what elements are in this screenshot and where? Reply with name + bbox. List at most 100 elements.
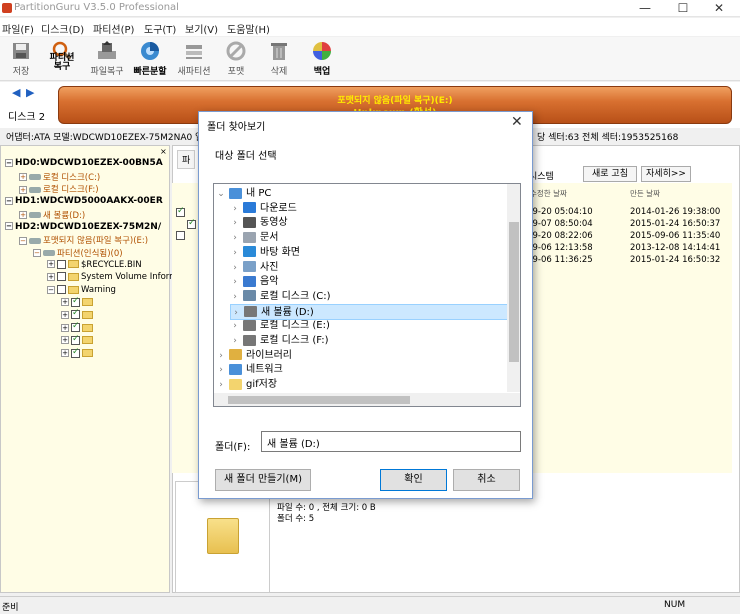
close-button[interactable]: ✕ xyxy=(702,0,736,17)
folder-tree-item[interactable]: › 새 볼륨 (D:) xyxy=(230,303,520,321)
file-row-checkbox[interactable] xyxy=(176,206,185,217)
expand-icon[interactable]: + xyxy=(61,310,69,319)
dialog-close-icon[interactable]: ✕ xyxy=(511,114,523,130)
checkbox[interactable] xyxy=(71,296,80,307)
backup-button[interactable]: 백업 xyxy=(302,39,342,79)
collapse-icon[interactable]: − xyxy=(5,222,13,230)
tree-folder-item[interactable]: + xyxy=(61,347,95,361)
chevron-right-icon[interactable]: › xyxy=(230,333,240,349)
folder-tree-item[interactable]: › 사진 xyxy=(230,260,520,276)
menu-help[interactable]: 도움말(H) xyxy=(227,21,270,36)
chevron-right-icon[interactable]: › xyxy=(230,274,240,290)
checkbox[interactable] xyxy=(57,285,66,294)
collapse-icon[interactable]: − xyxy=(33,249,41,258)
chevron-right-icon[interactable]: › xyxy=(230,201,240,217)
chevron-right-icon[interactable]: › xyxy=(231,305,241,321)
tree-partition-item[interactable]: + 로컬 디스크(C:) xyxy=(19,171,100,183)
folder-tree-item[interactable]: › 네트워크 xyxy=(216,362,506,378)
checkbox[interactable] xyxy=(57,272,66,282)
maximize-button[interactable]: ☐ xyxy=(666,0,700,17)
menu-disk[interactable]: 디스크(D) xyxy=(41,21,84,36)
chevron-down-icon[interactable]: ⌄ xyxy=(216,186,226,202)
collapse-icon[interactable]: − xyxy=(5,196,13,205)
file-row-checkbox[interactable] xyxy=(176,231,185,240)
folder-tree-item[interactable]: › 문서 xyxy=(230,230,520,246)
ok-button[interactable]: 확인 xyxy=(380,469,447,491)
backup-icon xyxy=(313,42,331,60)
delete-button[interactable]: 삭제 xyxy=(259,39,299,79)
folder-tree-item[interactable]: › 로컬 디스크 (E:) xyxy=(230,318,520,334)
folder-tree-item[interactable]: ⌄ 내 PC xyxy=(216,186,506,202)
expand-icon[interactable]: + xyxy=(61,336,69,345)
next-disk-icon[interactable]: ▶ xyxy=(26,86,34,99)
tree-partition-item[interactable]: + 새 볼륨(D:) xyxy=(19,209,85,221)
checkbox[interactable] xyxy=(71,321,80,333)
expand-icon[interactable]: + xyxy=(47,272,55,281)
folder-tree-item[interactable]: › gif저장 xyxy=(216,377,506,393)
prev-disk-icon[interactable]: ◀ xyxy=(12,86,20,99)
chevron-right-icon[interactable]: › xyxy=(216,377,226,393)
chevron-right-icon[interactable]: › xyxy=(230,260,240,276)
menu-tools[interactable]: 도구(T) xyxy=(144,21,176,36)
menu-view[interactable]: 보기(V) xyxy=(185,21,218,36)
folder-tree-item[interactable]: › 로컬 디스크 (F:) xyxy=(230,333,520,349)
trash-icon xyxy=(271,43,287,60)
folder-tree-item[interactable]: › 로컬 디스크 (C:) xyxy=(230,289,520,305)
cancel-button[interactable]: 취소 xyxy=(453,469,520,491)
new-folder-button[interactable]: 새 폴더 만들기(M) xyxy=(215,469,311,491)
detail-button[interactable]: 자세히>> xyxy=(641,166,691,182)
vertical-scroll-thumb[interactable] xyxy=(509,222,519,362)
status-bar: 준비 NUM xyxy=(0,596,740,614)
chevron-right-icon[interactable]: › xyxy=(230,215,240,231)
checkbox[interactable] xyxy=(71,308,80,320)
chevron-right-icon[interactable]: › xyxy=(230,230,240,246)
collapse-icon[interactable]: − xyxy=(47,285,55,294)
refresh-button[interactable]: 새로 고침 xyxy=(583,166,637,182)
tree-disk-item[interactable]: − HD0:WDCWD10EZEX-00BN5A xyxy=(5,158,163,170)
chevron-right-icon[interactable]: › xyxy=(216,348,226,364)
format-button[interactable]: 포맷 xyxy=(216,39,256,79)
chevron-right-icon[interactable]: › xyxy=(230,289,240,305)
save-button[interactable]: 저장 xyxy=(1,39,41,79)
tree-folder-item[interactable]: + System Volume Inform xyxy=(47,272,177,284)
tree-close-icon[interactable]: × xyxy=(160,147,167,156)
partition-recover-button[interactable]: 파티션 복구 xyxy=(42,39,82,79)
tree-folder-item[interactable]: + $RECYCLE.BIN xyxy=(47,259,142,272)
folder-input[interactable]: 새 볼륨 (D:) xyxy=(261,431,521,452)
checkbox[interactable] xyxy=(71,334,80,345)
expand-icon[interactable]: + xyxy=(47,260,55,269)
expand-icon[interactable]: + xyxy=(19,211,27,220)
menu-partition[interactable]: 파티션(P) xyxy=(93,21,134,36)
tree-disk-item[interactable]: − HD2:WDCWD10EZEX-75M2N/ xyxy=(5,222,161,234)
tab-partitions[interactable]: 파 xyxy=(177,150,196,169)
new-partition-button[interactable]: 새파티션 xyxy=(174,39,214,79)
checkbox[interactable] xyxy=(71,347,80,358)
tree-partition-item[interactable]: + 로컬 디스크(F:) xyxy=(19,183,99,195)
folder-tree-item[interactable]: › 라이브러리 xyxy=(216,348,506,364)
minimize-button[interactable]: — xyxy=(628,0,662,17)
collapse-icon[interactable]: − xyxy=(19,236,27,245)
horizontal-scroll-thumb[interactable] xyxy=(228,396,410,404)
folder-tree-item[interactable]: › 다운로드 xyxy=(230,201,520,217)
menu-file[interactable]: 파일(F) xyxy=(2,21,34,36)
tree-folder-item[interactable]: − Warning xyxy=(47,285,116,297)
chevron-right-icon[interactable]: › xyxy=(230,245,240,261)
expand-icon[interactable]: + xyxy=(61,323,69,332)
file-row-checkbox[interactable] xyxy=(187,218,196,229)
expand-icon[interactable]: + xyxy=(61,349,69,357)
checkbox[interactable] xyxy=(57,259,66,269)
expand-icon[interactable]: + xyxy=(19,185,27,194)
tree-disk-item[interactable]: − HD1:WDCWD5000AAKX-00ER xyxy=(5,196,163,208)
file-recover-button[interactable]: 파일복구 xyxy=(87,39,127,79)
expand-icon[interactable]: + xyxy=(61,298,69,307)
collapse-icon[interactable]: − xyxy=(5,158,13,167)
expand-icon[interactable]: + xyxy=(19,173,27,182)
folder-tree-item[interactable]: › 바탕 화면 xyxy=(230,245,520,261)
tree-partition-item[interactable]: − 파티션(인식됨)(0) xyxy=(33,247,123,259)
folder-tree-item[interactable]: › 동영상 xyxy=(230,215,520,231)
folder-tree-item[interactable]: › 음악 xyxy=(230,274,520,290)
chevron-right-icon[interactable]: › xyxy=(230,318,240,334)
quick-partition-button[interactable]: 빠른분할 xyxy=(130,39,170,79)
chevron-right-icon[interactable]: › xyxy=(216,362,226,378)
tree-partition-item[interactable]: − 포맷되지 않음(파일 복구)(E:) xyxy=(19,234,148,246)
